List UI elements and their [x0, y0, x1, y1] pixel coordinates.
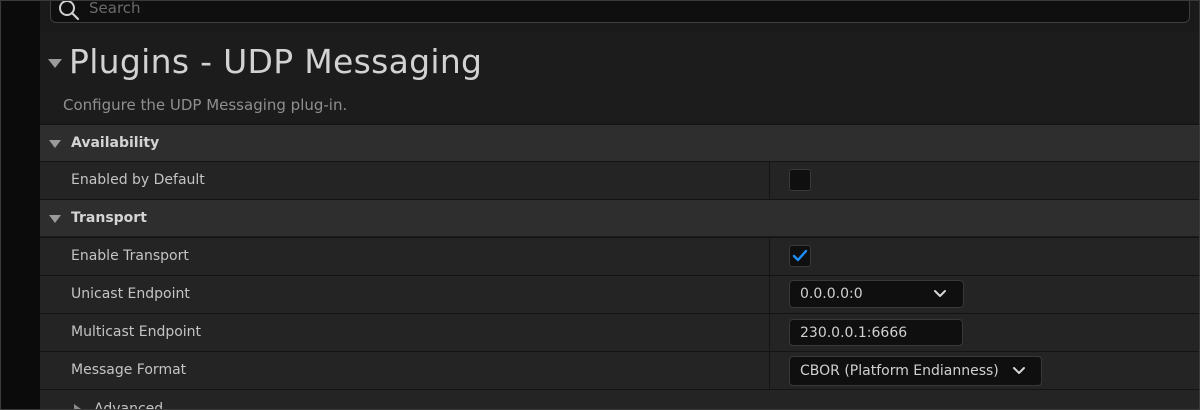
column-divider[interactable]	[769, 162, 770, 199]
row-unicast-endpoint: Unicast Endpoint 0.0.0.0:0	[40, 275, 1199, 313]
message-format-combo[interactable]: CBOR (Platform Endianness)	[789, 356, 1042, 386]
column-divider[interactable]	[769, 314, 770, 351]
row-multicast-endpoint: Multicast Endpoint	[40, 313, 1199, 351]
column-divider[interactable]	[769, 276, 770, 313]
details-panel-frame: Plugins - UDP Messaging Configure the UD…	[0, 0, 1200, 410]
category-header: Plugins - UDP Messaging Configure the UD…	[40, 31, 1199, 123]
column-divider[interactable]	[769, 352, 770, 389]
section-label: Transport	[71, 210, 147, 226]
unicast-endpoint-combo[interactable]: 0.0.0.0:0	[789, 280, 964, 308]
left-gutter	[2, 1, 40, 409]
row-advanced[interactable]: Advanced	[40, 389, 1199, 410]
caret-down-icon[interactable]	[49, 140, 61, 148]
chevron-down-icon	[1013, 367, 1025, 374]
caret-down-icon[interactable]	[48, 59, 62, 68]
property-label: Unicast Endpoint	[71, 286, 190, 302]
combo-value: 0.0.0.0:0	[800, 286, 863, 302]
page-title: Plugins - UDP Messaging	[69, 42, 483, 81]
column-divider[interactable]	[769, 238, 770, 275]
section-label: Availability	[71, 135, 160, 151]
multicast-endpoint-field[interactable]	[789, 319, 963, 346]
search-input[interactable]	[89, 1, 989, 19]
combo-value: CBOR (Platform Endianness)	[800, 363, 999, 379]
search-icon	[59, 1, 80, 21]
check-icon	[792, 249, 808, 262]
advanced-label: Advanced	[94, 401, 164, 410]
property-label: Enabled by Default	[71, 172, 205, 188]
chevron-down-icon	[934, 290, 946, 297]
page-description: Configure the UDP Messaging plug-in.	[63, 96, 348, 114]
search-box[interactable]	[50, 1, 1190, 23]
property-label: Enable Transport	[71, 248, 189, 264]
property-label: Multicast Endpoint	[71, 324, 202, 340]
enable-transport-checkbox[interactable]	[789, 245, 811, 267]
section-transport[interactable]: Transport	[40, 199, 1199, 236]
section-availability[interactable]: Availability	[40, 124, 1199, 161]
row-enable-transport: Enable Transport	[40, 237, 1199, 275]
plugin-settings-panel: Plugins - UDP Messaging Configure the UD…	[40, 1, 1199, 410]
caret-right-icon[interactable]	[74, 404, 81, 409]
property-label: Message Format	[71, 362, 187, 378]
enabled-by-default-checkbox[interactable]	[789, 169, 811, 191]
row-enabled-by-default: Enabled by Default	[40, 161, 1199, 199]
caret-down-icon[interactable]	[49, 215, 61, 223]
row-message-format: Message Format CBOR (Platform Endianness…	[40, 351, 1199, 389]
